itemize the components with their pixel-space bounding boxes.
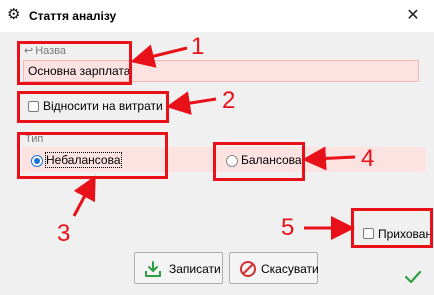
annotation-box-4: [213, 142, 305, 181]
save-button-label: Записати: [169, 262, 221, 276]
save-button[interactable]: Записати: [134, 252, 223, 284]
window-title: Стаття аналізу: [29, 9, 117, 23]
close-icon: ✕: [406, 7, 420, 24]
annotation-number-1: 1: [191, 33, 205, 60]
title-bar: ⚙ Стаття аналізу ✕: [0, 0, 434, 32]
annotation-box-5: [351, 208, 433, 248]
cancel-button[interactable]: Скасувати: [229, 252, 319, 284]
annotation-number-4: 4: [361, 145, 375, 172]
annotation-number-5: 5: [281, 214, 295, 241]
annotation-box-2: [17, 91, 169, 123]
download-icon: [145, 261, 161, 277]
annotation-box-3: [17, 132, 168, 179]
annotation-number-3: 3: [57, 220, 71, 247]
cancel-icon: [240, 261, 256, 277]
close-button[interactable]: ✕: [400, 5, 426, 27]
annotation-box-1: [17, 41, 132, 85]
cancel-button-label: Скасувати: [261, 262, 319, 276]
annotation-number-2: 2: [222, 87, 236, 114]
gear-icon: ⚙: [7, 6, 21, 23]
checkmark-icon: [404, 270, 422, 284]
